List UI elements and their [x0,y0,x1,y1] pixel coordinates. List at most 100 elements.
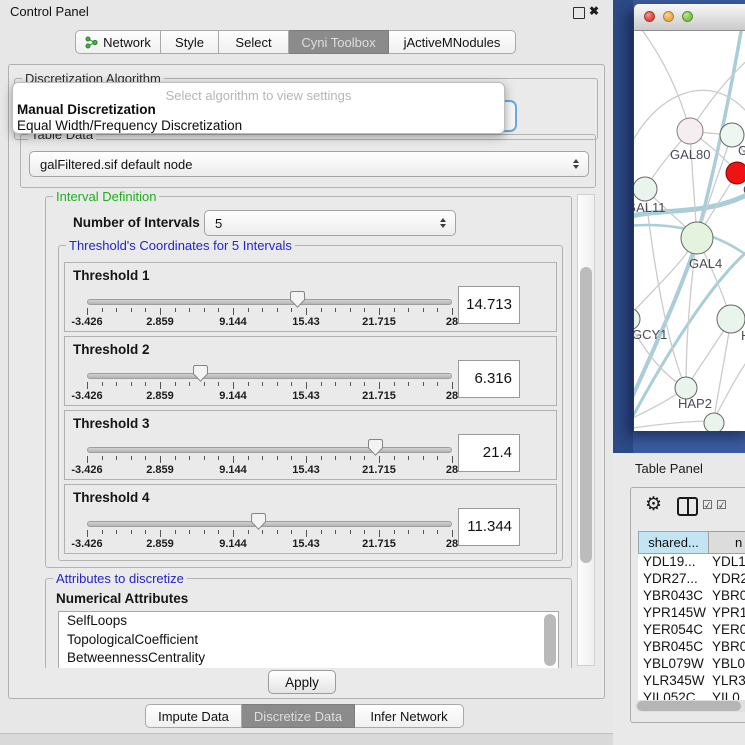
number-of-intervals-combobox[interactable]: 5 [204,210,456,236]
slider-ticks [87,530,452,538]
slider-ticks [87,456,452,464]
dropdown-option-manual-discretization[interactable]: Manual Discretization [17,102,156,117]
network-node-gal11[interactable] [634,177,657,201]
network-edge[interactable] [690,56,745,131]
screen: Control Panel ✖ Network Style SelectCyni T… [0,0,745,745]
zoom-traffic-light-icon[interactable] [682,11,693,22]
tab-infer-network[interactable]: Infer Network [355,704,464,728]
slider-tick-labels: -3.4262.8599.14415.4321.71528 [87,390,452,402]
numerical-attributes-list[interactable]: SelfLoopsTopologicalCoefficientBetweenne… [58,611,559,668]
thresholds-group-title: Threshold's Coordinates for 5 Intervals [66,238,295,253]
tab-jactivemnodules[interactable]: jActiveMNodules [389,30,516,54]
network-edge[interactable] [714,351,745,419]
algorithm-dropdown-popup: Select algorithm to view settings Manual… [12,82,505,134]
slider-ticks [87,308,452,316]
vertical-scrollbar-thumb[interactable] [580,267,592,563]
split-view-icon[interactable] [677,497,698,516]
table-row[interactable]: YBL079WYBL0 [638,656,745,673]
close-icon[interactable]: ✖ [589,4,599,18]
slider-ticks [87,382,452,390]
table-row[interactable]: YBR043CYBR0 [638,588,745,605]
network-icon [85,36,98,49]
table-data-combobox[interactable]: galFiltered.sif default node [29,151,589,177]
slider-track[interactable] [87,521,452,527]
cell-shared-name: YER054C [638,622,708,639]
cell-shared-name: YLR345W [638,673,708,690]
right-desktop: GAL80GCGAL11GAL4GCY1HHAP2 Table Panel ⚙ … [613,0,745,745]
column-header-shared-name[interactable]: shared... [638,531,708,554]
slider-track[interactable] [87,447,452,453]
horizontal-scrollbar-thumb[interactable] [637,701,741,711]
threshold-value-field[interactable]: 14.713 [458,286,520,324]
table-row[interactable]: YDR27...YDR2 [638,571,745,588]
tab-impute-data[interactable]: Impute Data [145,704,242,728]
list-scrollbar-thumb[interactable] [544,614,556,666]
network-node-gal4[interactable] [681,222,713,254]
table-row[interactable]: YIL052CYIL0 [638,690,745,700]
table-row[interactable]: YER054CYER0 [638,622,745,639]
column-header-name[interactable]: n [708,531,745,554]
attribute-list-item[interactable]: SelfLoops [59,612,558,631]
threshold-panel-1: Threshold 1-3.4262.8599.14415.4321.71528… [64,262,557,332]
network-node-c[interactable] [726,162,745,184]
checkbox-icon[interactable]: ☑ [702,498,713,512]
float-window-icon[interactable] [573,7,585,19]
threshold-value-field[interactable]: 21.4 [458,434,520,472]
horizontal-scrollbar[interactable] [635,700,745,712]
threshold-value-field[interactable]: 6.316 [458,360,520,398]
cell-shared-name: YDR27... [638,571,708,588]
checkbox-icon[interactable]: ☑ [716,498,727,512]
attribute-list-item[interactable]: TopologicalCoefficient [59,631,558,650]
close-traffic-light-icon[interactable] [644,11,655,22]
cell-name: YDR2 [708,571,745,588]
attributes-group: Attributes to discretize Numerical Attri… [45,578,572,668]
slider-tick-labels: -3.4262.8599.14415.4321.71528 [87,538,452,550]
tab-style[interactable]: Style [161,30,219,54]
tab-label: Network [103,35,151,50]
slider-track[interactable] [87,299,452,305]
tab-discretize-data[interactable]: Discretize Data [242,704,355,728]
dropdown-option-equal-width-frequency[interactable]: Equal Width/Frequency Discretization [17,118,242,133]
table-row[interactable]: YDL19...YDL1 [638,554,745,571]
slider-thumb-icon[interactable] [368,439,383,456]
threshold-label: Threshold 4 [73,490,150,505]
tab-label: Discretize Data [254,709,342,724]
slider-thumb-icon[interactable] [290,291,305,308]
minimize-traffic-light-icon[interactable] [663,11,674,22]
attribute-list-item[interactable]: BetweennessCentrality [59,649,558,668]
slider-track[interactable] [87,373,452,379]
table-panel: Table Panel ⚙ ☑ ☑ shared... n YDL19...YD… [613,453,745,745]
node-label: H [741,328,745,343]
network-node[interactable] [704,413,724,431]
network-edge[interactable] [639,31,690,131]
threshold-panel-4: Threshold 4 -3.4262.8599.14415.4321.71528… [64,484,557,554]
apply-button[interactable]: Apply [268,670,336,694]
network-edge[interactable] [634,421,714,429]
table-data-value: galFiltered.sif default node [40,157,192,172]
cell-name: YLR3 [708,673,745,690]
network-node-gal80[interactable] [677,118,703,144]
table-panel-box: ⚙ ☑ ☑ shared... n YDL19...YDL1YDR27...YD… [630,487,745,723]
cell-name: YDL1 [708,554,745,571]
tab-network[interactable]: Network [75,30,161,54]
table-row[interactable]: YLR345WYLR3 [638,673,745,690]
gear-icon[interactable]: ⚙ [645,494,662,516]
threshold-value-field[interactable]: 11.344 [458,508,520,546]
vertical-scrollbar[interactable] [577,194,595,666]
window-title: Control Panel [10,0,89,24]
network-canvas[interactable]: GAL80GCGAL11GAL4GCY1HHAP2 [634,31,745,431]
table-row[interactable]: YBR045CYBR0 [638,639,745,656]
threshold-label: Threshold 3 [73,416,150,431]
tab-label: Style [175,35,204,50]
slider-thumb-icon[interactable] [193,365,208,382]
dropdown-hint: Select algorithm to view settings [13,88,504,103]
combo-stepper-icon [440,218,446,228]
cell-shared-name: YDL19... [638,554,708,571]
slider-thumb-icon[interactable] [251,513,266,530]
table-row[interactable]: YPR145WYPR1 [638,605,745,622]
tab-cyni-toolbox[interactable]: Cyni Toolbox [289,30,389,54]
threshold-label: Threshold 2 [73,342,150,357]
interval-definition-group: Interval Definition Number of Intervals … [45,196,572,568]
attribute-items: SelfLoopsTopologicalCoefficientBetweenne… [59,612,558,668]
tab-select[interactable]: Select [219,30,289,54]
